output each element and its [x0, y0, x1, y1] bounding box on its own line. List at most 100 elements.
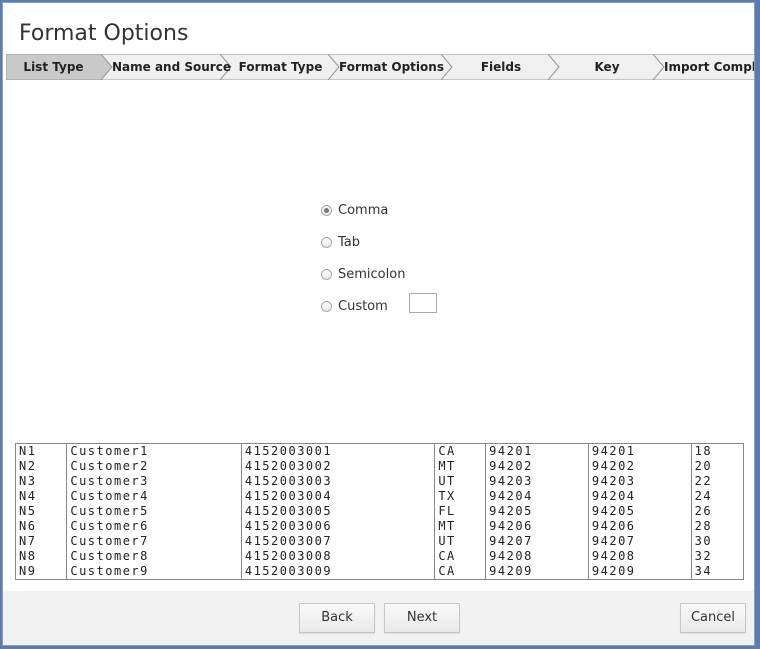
preview-row: N2 Customer2 4152003002 MT 94202 94202 20: [16, 459, 743, 474]
preview-row: N9 Customer9 4152003009 CA 94209 94209 34: [16, 564, 743, 579]
custom-label: Custom: [338, 298, 388, 314]
preview-cell: UT: [434, 474, 486, 489]
preview-cell: Customer6: [66, 519, 242, 534]
preview-row: N3 Customer3 4152003003 UT 94203 94203 22: [16, 474, 743, 489]
preview-cell: 20: [690, 459, 743, 474]
preview-cell: CA: [434, 564, 486, 579]
preview-cell: 4152003002: [240, 459, 435, 474]
preview-table: N1 Customer1 4152003001 CA 94201 94201 18 N2 Cus…: [16, 444, 743, 579]
preview-row: N8 Customer8 4152003008 CA 94208 94208 32: [16, 549, 743, 564]
dialog-title: Format Options: [19, 21, 189, 46]
preview-cell: CA: [434, 549, 486, 564]
preview-cell: Customer9: [66, 564, 242, 579]
preview-cell: UT: [434, 534, 486, 549]
preview-cell: Customer2: [66, 459, 242, 474]
preview-cell: TX: [434, 489, 486, 504]
wizard-step-key[interactable]: Key: [559, 54, 655, 80]
preview-row: N7 Customer7 4152003007 UT 94207 94207 30: [16, 534, 743, 549]
data-preview: N1 Customer1 4152003001 CA 94201 94201 18 N2 Cus…: [15, 443, 744, 580]
wizard-step-list-type[interactable]: List Type: [6, 54, 101, 80]
preview-cell: Customer4: [66, 489, 242, 504]
preview-cell: Customer7: [66, 534, 242, 549]
preview-cell: 4152003001: [240, 444, 435, 459]
preview-cell: 94208: [485, 549, 589, 564]
preview-cell: N2: [19, 459, 37, 473]
comma-radio[interactable]: [321, 204, 332, 216]
wizard-step-format-type[interactable]: Format Type: [231, 54, 330, 80]
wizard-step-import-complete[interactable]: Import Complete: [664, 54, 754, 80]
preview-cell: 94201: [485, 444, 589, 459]
preview-cell: CA: [434, 444, 486, 459]
preview-cell: N1: [19, 444, 37, 458]
preview-cell: 22: [690, 474, 743, 489]
preview-row: N1 Customer1 4152003001 CA 94201 94201 18: [16, 444, 743, 459]
preview-cell: 94201: [587, 444, 692, 459]
preview-cell: 94205: [587, 504, 692, 519]
semicolon-radio[interactable]: [321, 268, 332, 280]
preview-cell: N8: [19, 549, 37, 563]
preview-cell: 94209: [485, 564, 589, 579]
preview-cell: Customer1: [66, 444, 242, 459]
format-options-dialog: Format Options List Type Name and Source F…: [2, 2, 755, 646]
preview-cell: N4: [19, 489, 37, 503]
next-button[interactable]: Next: [384, 603, 460, 633]
preview-cell: 94206: [485, 519, 589, 534]
preview-cell: 94202: [485, 459, 589, 474]
preview-cell: 94206: [587, 519, 692, 534]
semicolon-label: Semicolon: [338, 266, 406, 282]
delimiter-option-comma[interactable]: Comma: [321, 199, 388, 221]
preview-cell: 94209: [587, 564, 692, 579]
preview-cell: 94203: [485, 474, 589, 489]
wizard-step-name-and-source[interactable]: Name and Source: [112, 54, 231, 80]
custom-radio[interactable]: [321, 300, 332, 312]
preview-cell: 4152003005: [240, 504, 435, 519]
preview-cell: 18: [690, 444, 743, 459]
preview-cell: Customer5: [66, 504, 242, 519]
preview-cell: 4152003004: [240, 489, 435, 504]
preview-row: N6 Customer6 4152003006 MT 94206 94206 28: [16, 519, 743, 534]
delimiter-option-semicolon[interactable]: Semicolon: [321, 263, 405, 285]
tab-radio[interactable]: [321, 236, 332, 248]
custom-delimiter-input[interactable]: [409, 293, 437, 313]
preview-cell: 94204: [485, 489, 589, 504]
cancel-button[interactable]: Cancel: [680, 603, 746, 633]
preview-cell: 4152003009: [240, 564, 435, 579]
preview-cell: MT: [434, 459, 486, 474]
preview-cell: N6: [19, 519, 37, 533]
preview-cell: 24: [690, 489, 743, 504]
preview-cell: 4152003007: [240, 534, 435, 549]
preview-cell: 4152003006: [240, 519, 435, 534]
wizard-step-format-options[interactable]: Format Options: [339, 54, 444, 80]
preview-cell: Customer8: [66, 549, 242, 564]
preview-row: N5 Customer5 4152003005 FL 94205 94205 26: [16, 504, 743, 519]
preview-cell: 94207: [485, 534, 589, 549]
preview-cell: N9: [19, 564, 37, 578]
preview-cell: 94205: [485, 504, 589, 519]
preview-cell: 4152003008: [240, 549, 435, 564]
preview-cell: Customer3: [66, 474, 242, 489]
preview-cell: 94202: [587, 459, 692, 474]
preview-cell: 32: [690, 549, 743, 564]
tab-label: Tab: [338, 234, 361, 250]
preview-row: N4 Customer4 4152003004 TX 94204 94204 24: [16, 489, 743, 504]
preview-cell: FL: [434, 504, 486, 519]
preview-cell: 94204: [587, 489, 692, 504]
preview-cell: N5: [19, 504, 37, 518]
preview-cell: 34: [690, 564, 743, 579]
wizard-step-fields[interactable]: Fields: [452, 54, 550, 80]
back-button[interactable]: Back: [299, 603, 375, 633]
preview-cell: 4152003003: [240, 474, 435, 489]
footer-bar: Back Next Cancel: [3, 591, 754, 645]
delimiter-option-custom[interactable]: Custom: [321, 293, 437, 317]
preview-cell: 26: [690, 504, 743, 519]
preview-cell: N3: [19, 474, 37, 488]
wizard-steps: List Type Name and Source Format Type Forma…: [6, 54, 754, 80]
preview-cell: 94203: [587, 474, 692, 489]
preview-cell: 94208: [587, 549, 692, 564]
preview-cell: N7: [19, 534, 37, 548]
delimiter-option-tab[interactable]: Tab: [321, 231, 360, 253]
comma-label: Comma: [338, 202, 389, 218]
preview-cell: 94207: [587, 534, 692, 549]
preview-cell: 28: [690, 519, 743, 534]
preview-cell: 30: [690, 534, 743, 549]
